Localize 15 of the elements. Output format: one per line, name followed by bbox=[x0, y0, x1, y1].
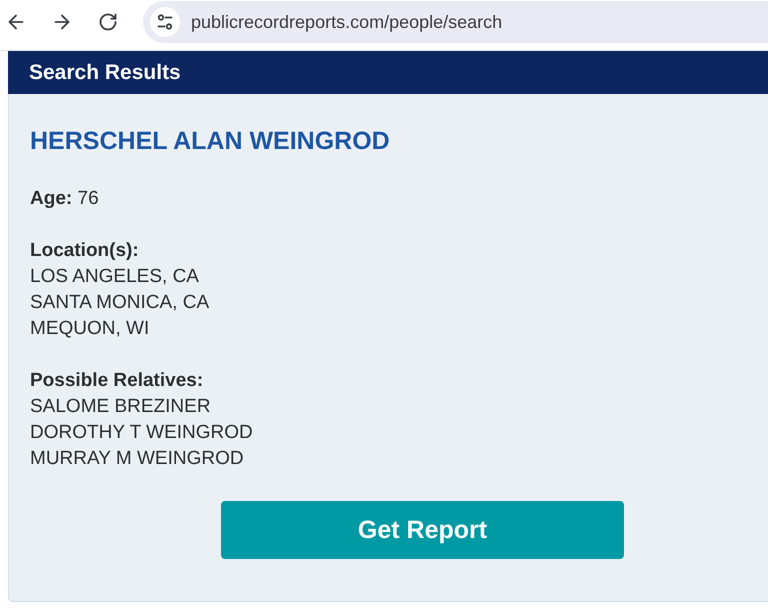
section-label: Location(s): bbox=[30, 239, 140, 263]
url-text: publicrecordreports.com/people/search bbox=[191, 12, 502, 32]
age-text: Age: 76 bbox=[30, 187, 100, 211]
relative-name: DOROTHY T WEINGROD bbox=[30, 421, 254, 445]
person-name: HERSCHEL ALAN WEINGROD bbox=[30, 126, 391, 156]
panel-title: Search Results bbox=[29, 60, 181, 84]
address-bar[interactable]: publicrecordreports.com/people/search bbox=[143, 1, 768, 43]
relative-name: SALOME BREZINER bbox=[30, 395, 212, 419]
relative-name: MURRAY M WEINGROD bbox=[30, 447, 245, 471]
reload-icon bbox=[98, 12, 118, 32]
location-text: LOS ANGELES, CA bbox=[30, 265, 200, 289]
location-text: MEQUON, WI bbox=[30, 317, 150, 341]
location-text: SANTA MONICA, CA bbox=[30, 291, 210, 315]
sliders-icon[interactable] bbox=[150, 7, 180, 37]
section-label: Possible Relatives: bbox=[30, 369, 204, 393]
